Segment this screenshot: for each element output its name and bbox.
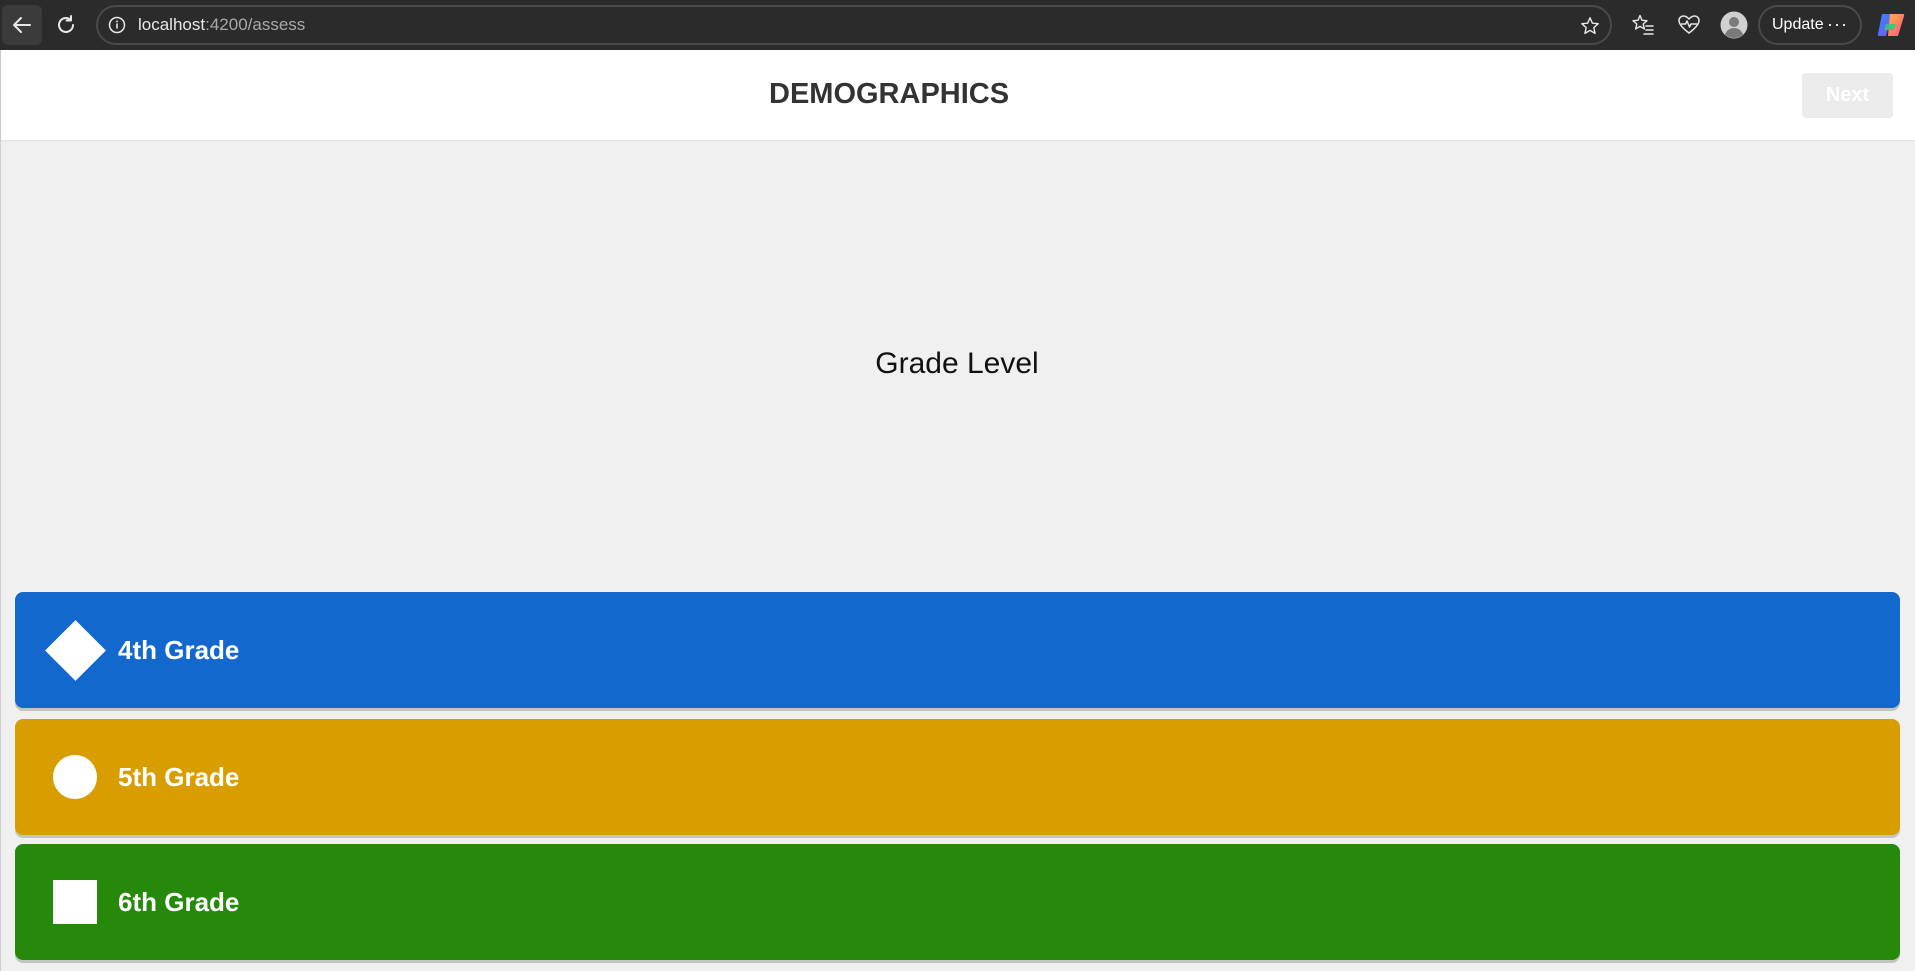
answer-option-4th-grade[interactable]: 4th Grade bbox=[15, 592, 1900, 708]
page-title: DEMOGRAPHICS bbox=[769, 78, 1010, 110]
health-icon[interactable] bbox=[1676, 12, 1702, 38]
browser-toolbar: localhost:4200/assess Update ··· bbox=[0, 0, 1915, 50]
next-button[interactable]: Next bbox=[1802, 73, 1893, 118]
circle-icon bbox=[45, 747, 105, 807]
address-bar[interactable]: localhost:4200/assess bbox=[96, 5, 1612, 45]
update-button[interactable]: Update ··· bbox=[1758, 5, 1862, 45]
profile-avatar-icon[interactable] bbox=[1720, 11, 1748, 39]
url-path: :4200/assess bbox=[205, 15, 306, 34]
answer-option-6th-grade[interactable]: 6th Grade bbox=[15, 844, 1900, 960]
star-icon[interactable] bbox=[1580, 16, 1600, 36]
answer-label: 5th Grade bbox=[118, 761, 240, 792]
diamond-icon bbox=[44, 619, 106, 681]
more-menu-icon[interactable]: ··· bbox=[1827, 14, 1848, 35]
answer-label: 6th Grade bbox=[118, 886, 240, 917]
url-text[interactable]: localhost:4200/assess bbox=[138, 15, 305, 35]
favorites-icon[interactable] bbox=[1630, 12, 1656, 38]
copilot-icon[interactable] bbox=[1876, 10, 1906, 40]
question-text: Grade Level bbox=[875, 347, 1039, 380]
back-arrow-icon bbox=[13, 17, 31, 33]
answer-label: 4th Grade bbox=[118, 634, 240, 665]
update-label: Update bbox=[1772, 16, 1824, 33]
info-icon[interactable] bbox=[108, 16, 126, 34]
quiz-page: DEMOGRAPHICS Next Grade Level 4th Grade … bbox=[0, 50, 1915, 971]
page-header: DEMOGRAPHICS Next bbox=[1, 50, 1915, 140]
answer-option-5th-grade[interactable]: 5th Grade bbox=[15, 719, 1900, 835]
url-host: localhost bbox=[138, 15, 206, 34]
reload-button[interactable] bbox=[46, 5, 86, 45]
square-icon bbox=[45, 872, 105, 932]
reload-icon bbox=[58, 15, 74, 33]
back-button[interactable] bbox=[2, 5, 42, 45]
